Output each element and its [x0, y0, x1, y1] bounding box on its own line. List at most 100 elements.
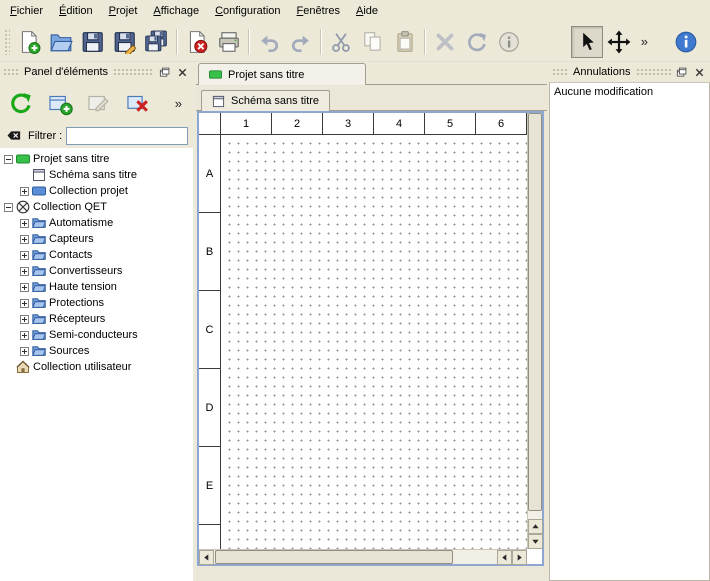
expander-plus-icon[interactable]: [20, 299, 29, 308]
horizontal-scrollbar[interactable]: [199, 549, 527, 564]
vertical-scrollbar[interactable]: [527, 113, 542, 549]
row-header-d: D: [199, 369, 220, 447]
menu-bar: FichierÉditionProjetAffichageConfigurati…: [0, 0, 710, 22]
expander-plus-icon[interactable]: [20, 315, 29, 324]
scroll-left-button[interactable]: [199, 550, 214, 565]
element-edit-button[interactable]: [83, 87, 115, 119]
paste-button[interactable]: [389, 26, 421, 58]
clear-filter-button[interactable]: [5, 128, 24, 144]
elements-panel-title: Panel d'éléments: [22, 66, 110, 78]
undo-panel-titlebar[interactable]: Annulations: [549, 62, 710, 82]
tree-item-automatisme[interactable]: Automatisme: [0, 215, 193, 231]
copy-button[interactable]: [357, 26, 389, 58]
tree-item-collection-qet[interactable]: Collection QET: [0, 199, 193, 215]
folder-icon: [32, 216, 46, 230]
tree-item-haute-tension[interactable]: Haute tension: [0, 279, 193, 295]
expander-plus-icon[interactable]: [20, 267, 29, 276]
toolbar-handle[interactable]: [4, 29, 10, 55]
select-tool-button[interactable]: [571, 26, 603, 58]
element-edit-icon: [86, 90, 112, 116]
toolbar-separator: [424, 29, 426, 55]
tab-schema[interactable]: Schéma sans titre: [201, 90, 330, 111]
qet-collection-icon: [16, 200, 30, 214]
tree-item-label: Haute tension: [49, 281, 117, 293]
filter-input[interactable]: [66, 127, 188, 145]
expander-minus-icon[interactable]: [4, 155, 13, 164]
menu-fenetres[interactable]: Fenêtres: [289, 1, 348, 21]
element-new-icon: [47, 90, 73, 116]
pan-tool-button[interactable]: [603, 26, 635, 58]
close-panel-button[interactable]: [175, 65, 190, 80]
horizontal-scrollbar-track[interactable]: [214, 550, 497, 564]
scroll-right-button[interactable]: [512, 550, 527, 565]
tab-project[interactable]: Projet sans titre: [198, 63, 366, 85]
project-area: Schéma sans titre 123456 ABCDE: [196, 85, 547, 581]
close-panel-button[interactable]: [692, 65, 707, 80]
toolbar-overflow-button[interactable]: »: [635, 34, 654, 49]
tree-item-label: Récepteurs: [49, 313, 105, 325]
diagram-corner: [199, 113, 221, 135]
rotate-button[interactable]: [461, 26, 493, 58]
delete-button[interactable]: [429, 26, 461, 58]
menu-affichage[interactable]: Affichage: [145, 1, 207, 21]
expander-plus-icon[interactable]: [20, 187, 29, 196]
element-new-button[interactable]: [44, 87, 76, 119]
workspace: Projet sans titre Schéma sans titre 1234…: [196, 62, 547, 581]
tree-item-projet-sans-titre[interactable]: Projet sans titre: [0, 151, 193, 167]
menu-projet[interactable]: Projet: [101, 1, 146, 21]
tree-item-schema-sans-titre[interactable]: Schéma sans titre: [0, 167, 193, 183]
menu-configuration[interactable]: Configuration: [207, 1, 288, 21]
diagram-grid[interactable]: [222, 136, 527, 549]
expander-plus-icon[interactable]: [20, 347, 29, 356]
tree-item-capteurs[interactable]: Capteurs: [0, 231, 193, 247]
scroll-up-button[interactable]: [528, 519, 543, 534]
tree-item-convertisseurs[interactable]: Convertisseurs: [0, 263, 193, 279]
element-delete-button[interactable]: [122, 87, 154, 119]
tree-item-collection-projet[interactable]: Collection projet: [0, 183, 193, 199]
tree-item-protections[interactable]: Protections: [0, 295, 193, 311]
tree-item-contacts[interactable]: Contacts: [0, 247, 193, 263]
copy-icon: [361, 30, 385, 54]
delete-icon: [433, 30, 457, 54]
dock-grip: [113, 68, 154, 77]
redo-button[interactable]: [285, 26, 317, 58]
print-icon: [217, 30, 241, 54]
horizontal-scrollbar-thumb[interactable]: [215, 550, 453, 564]
scroll-left-button[interactable]: [497, 550, 512, 565]
float-panel-button[interactable]: [674, 65, 689, 80]
expander-plus-icon[interactable]: [20, 283, 29, 292]
cut-button[interactable]: [325, 26, 357, 58]
print-button[interactable]: [213, 26, 245, 58]
column-header-5: 5: [425, 113, 476, 134]
column-header-1: 1: [221, 113, 272, 134]
about-button[interactable]: [670, 26, 702, 58]
tree-item-semi-conducteurs[interactable]: Semi-conducteurs: [0, 327, 193, 343]
expander-minus-icon[interactable]: [4, 203, 13, 212]
save-as-button[interactable]: [109, 26, 141, 58]
tree-item-sources[interactable]: Sources: [0, 343, 193, 359]
expander-plus-icon[interactable]: [20, 251, 29, 260]
expander-plus-icon[interactable]: [20, 219, 29, 228]
save-button[interactable]: [77, 26, 109, 58]
tree-item-label: Collection utilisateur: [33, 361, 131, 373]
tree-item-collection-utilisateur[interactable]: Collection utilisateur: [0, 359, 193, 375]
save-all-button[interactable]: [141, 26, 173, 58]
undo-button[interactable]: [253, 26, 285, 58]
diagram-info-button[interactable]: [493, 26, 525, 58]
expander-plus-icon[interactable]: [20, 331, 29, 340]
menu-edition[interactable]: Édition: [51, 1, 101, 21]
new-document-button[interactable]: [13, 26, 45, 58]
reload-button[interactable]: [5, 87, 37, 119]
scroll-down-button[interactable]: [528, 534, 543, 549]
menu-fichier[interactable]: Fichier: [2, 1, 51, 21]
expander-plus-icon[interactable]: [20, 235, 29, 244]
open-project-button[interactable]: [45, 26, 77, 58]
tree-item-recepteurs[interactable]: Récepteurs: [0, 311, 193, 327]
float-panel-button[interactable]: [157, 65, 172, 80]
elements-overflow-button[interactable]: »: [169, 96, 188, 111]
close-file-button[interactable]: [181, 26, 213, 58]
save-all-icon: [145, 30, 169, 54]
elements-panel-titlebar[interactable]: Panel d'éléments: [0, 62, 193, 82]
menu-aide[interactable]: Aide: [348, 1, 386, 21]
vertical-scrollbar-thumb[interactable]: [528, 113, 542, 511]
